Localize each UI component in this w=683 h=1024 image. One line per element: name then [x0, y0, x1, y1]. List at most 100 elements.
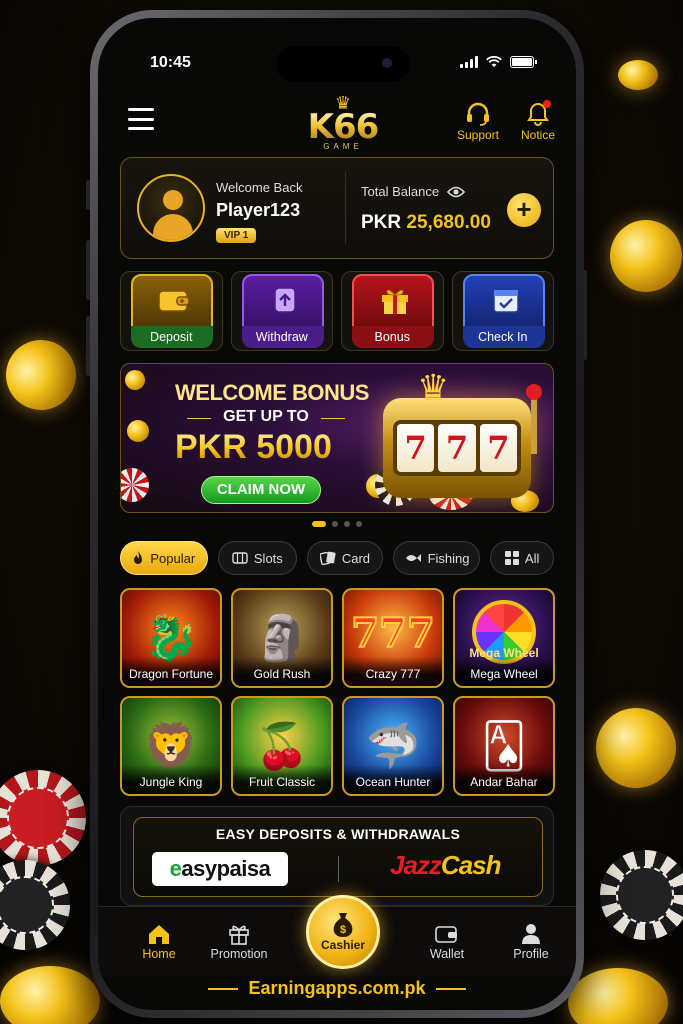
status-time: 10:45 [150, 54, 191, 71]
game-card-ocean-hunter[interactable]: 🦈 Ocean Hunter [342, 696, 444, 796]
deposit-button[interactable]: Deposit [120, 271, 223, 351]
slot-reel: 7 [397, 424, 435, 472]
bonus-button[interactable]: Bonus [341, 271, 444, 351]
phone-frame: 10:45 ♛ K66 GAME Support Notice Welcome … [90, 10, 584, 1018]
tab-card[interactable]: Card [307, 541, 383, 575]
banner-subtitle: GET UP TO [181, 408, 351, 426]
easypaisa-logo[interactable]: e asypaisa [152, 852, 288, 886]
tab-fishing[interactable]: Fishing [392, 541, 481, 575]
home-icon [124, 921, 194, 947]
payment-methods-panel: EASY DEPOSITS & WITHDRAWALS e asypaisa Ja… [120, 806, 554, 906]
payment-title: EASY DEPOSITS & WITHDRAWALS [215, 826, 461, 842]
bell-icon [508, 100, 568, 128]
background-chip [600, 850, 683, 940]
game-card-crazy-777[interactable]: 777 Crazy 777 [342, 588, 444, 688]
support-button[interactable]: Support [448, 100, 508, 142]
pagination-dot[interactable] [312, 521, 326, 527]
welcome-bonus-banner[interactable]: WELCOME BONUS GET UP TO PKR 5000 CLAIM N… [120, 363, 554, 513]
nav-promotion[interactable]: Promotion [204, 921, 274, 961]
nav-cashier[interactable]: $ Cashier [306, 895, 380, 969]
background-coin [610, 220, 682, 292]
dynamic-island [276, 46, 410, 82]
balance-label: Total Balance [361, 184, 440, 199]
tab-popular[interactable]: Popular [120, 541, 208, 575]
claim-now-button[interactable]: CLAIM NOW [201, 476, 321, 504]
logo-text: K66 [293, 110, 393, 144]
battery-icon [510, 56, 537, 68]
withdraw-button[interactable]: Withdraw [230, 271, 333, 351]
background-coin [0, 966, 100, 1024]
game-card-andar-bahar[interactable]: 🂡 Andar Bahar [453, 696, 555, 796]
nav-wallet[interactable]: Wallet [412, 921, 482, 961]
balance-value: PKR 25,680.00 [361, 212, 491, 234]
game-title: Andar Bahar [455, 765, 553, 794]
game-card-dragon-fortune[interactable]: 🐉 Dragon Fortune [120, 588, 222, 688]
tab-all[interactable]: All [490, 541, 554, 575]
background-coin [0, 327, 89, 423]
crown-icon: ♛ [417, 367, 450, 408]
account-card: Welcome Back Player123 VIP 1 Total Balan… [120, 157, 554, 259]
banner-pagination [98, 521, 576, 527]
game-grid: 🐉 Dragon Fortune 🗿 Gold Rush 777 Crazy 7… [120, 588, 555, 796]
notification-dot [543, 100, 551, 108]
welcome-text: Welcome Back [216, 180, 303, 195]
background-chip [0, 770, 86, 866]
game-title: Crazy 777 [344, 657, 442, 686]
background-coin [618, 60, 658, 90]
nav-home[interactable]: Home [124, 921, 194, 961]
status-bar: 10:45 [98, 18, 576, 82]
slot-reel: 7 [438, 424, 476, 472]
withdraw-label: Withdraw [255, 330, 308, 344]
divider [338, 856, 339, 882]
jazzcash-logo[interactable]: JazzCash [390, 850, 501, 881]
game-title: Gold Rush [233, 657, 331, 686]
banner-amount: PKR 5000 [175, 428, 332, 466]
nav-profile[interactable]: Profile [496, 921, 566, 961]
game-title: Jungle King [122, 765, 220, 794]
username: Player123 [216, 200, 301, 220]
slot-machine-illustration: 7 7 7 [383, 398, 531, 498]
chip-decoration [121, 468, 149, 502]
status-icons [460, 56, 537, 68]
withdraw-icon [267, 284, 303, 316]
app-header: ♛ K66 GAME Support Notice [98, 94, 576, 156]
background-chip [0, 860, 70, 950]
category-tabs: Popular Slots Card Fishing All [120, 541, 554, 575]
game-card-gold-rush[interactable]: 🗿 Gold Rush [231, 588, 333, 688]
pagination-dot[interactable] [344, 521, 350, 527]
add-funds-button[interactable]: + [507, 193, 541, 227]
background-coin [568, 968, 668, 1024]
background-coin [596, 708, 676, 788]
avatar[interactable] [137, 174, 205, 242]
game-title: Dragon Fortune [122, 657, 220, 686]
app-screen: 10:45 ♛ K66 GAME Support Notice Welcome … [98, 18, 576, 1010]
balance-currency: PKR [361, 212, 402, 233]
notice-label: Notice [520, 128, 555, 142]
deposit-label: Deposit [150, 330, 193, 344]
balance-label-row: Total Balance [361, 184, 466, 199]
check-in-button[interactable]: Check In [451, 271, 554, 351]
check-in-label: Check In [478, 330, 528, 344]
banner-title: WELCOME BONUS [175, 380, 369, 405]
tab-slots[interactable]: Slots [217, 541, 298, 575]
coin-decoration [127, 420, 149, 442]
game-card-mega-wheel[interactable]: Mega Wheel Mega Wheel [453, 588, 555, 688]
game-title: Fruit Classic [233, 765, 331, 794]
bonus-label: Bonus [374, 330, 410, 344]
divider [345, 172, 346, 244]
coin-decoration [125, 370, 145, 390]
cards-icon [319, 551, 336, 565]
user-icon [496, 921, 566, 947]
eye-icon[interactable] [447, 186, 466, 198]
pagination-dot[interactable] [332, 521, 338, 527]
vip-badge: VIP 1 [216, 228, 257, 243]
game-card-fruit-classic[interactable]: 🍒 Fruit Classic [231, 696, 333, 796]
game-card-jungle-king[interactable]: 🦁 Jungle King [120, 696, 222, 796]
money-bag-icon: $ [309, 910, 377, 938]
flame-icon [134, 551, 143, 564]
game-title: Ocean Hunter [344, 765, 442, 794]
pagination-dot[interactable] [356, 521, 362, 527]
menu-icon[interactable] [128, 108, 154, 130]
notice-button[interactable]: Notice [508, 100, 568, 142]
grid-icon [504, 551, 519, 565]
